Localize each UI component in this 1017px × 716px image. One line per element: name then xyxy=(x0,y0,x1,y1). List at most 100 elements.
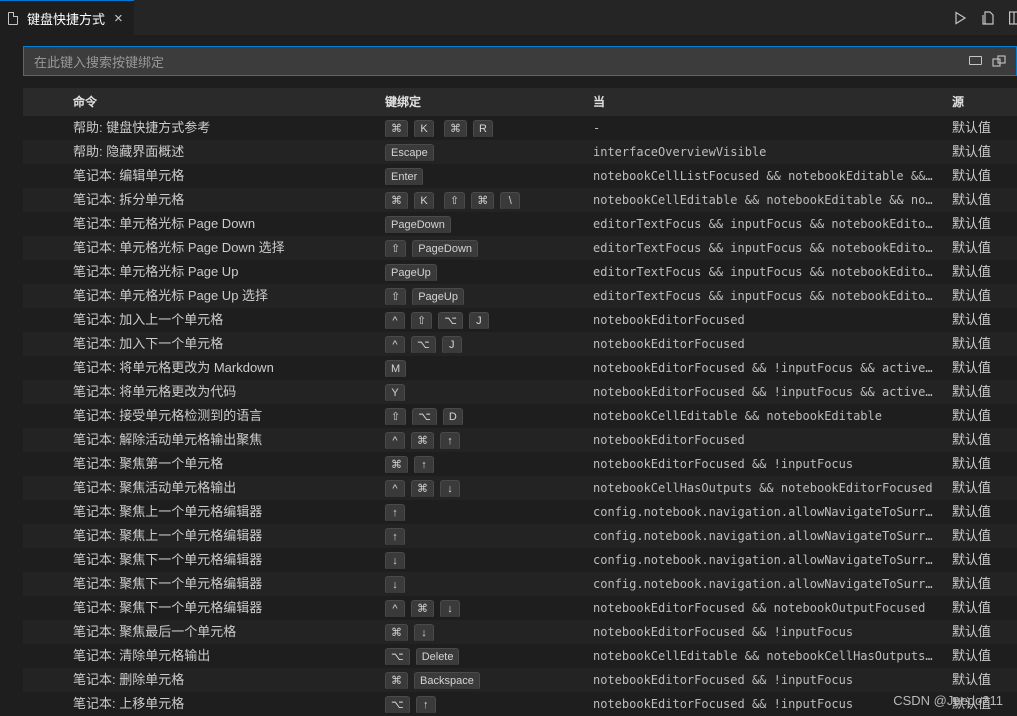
command-label: 笔记本: 单元格光标 Page Down xyxy=(73,216,256,231)
key-cap: M xyxy=(385,360,407,377)
when-clause: config.notebook.navigation.allowNavigate… xyxy=(593,505,939,519)
table-row[interactable]: 笔记本: 单元格光标 Page Down PageDown editorTextFo… xyxy=(23,212,1017,236)
record-keys-icon[interactable] xyxy=(969,56,982,65)
key-cap: ^ xyxy=(385,312,405,329)
editor-actions xyxy=(939,0,1017,35)
key-cap: ↑ xyxy=(415,696,436,713)
header-source[interactable]: 源 xyxy=(952,88,964,116)
table-row[interactable]: 笔记本: 编辑单元格 Enter notebookCellListFocused &… xyxy=(23,164,1017,188)
split-editor-icon[interactable] xyxy=(1009,10,1017,25)
key-cap: ⌥ xyxy=(385,648,410,665)
close-icon[interactable]: × xyxy=(114,11,123,26)
keybinding: Escape xyxy=(385,144,585,161)
table-header: 命令 键绑定 当 源 xyxy=(23,88,1017,116)
table-row[interactable]: 帮助: 键盘快捷方式参考 ⌘ K ⌘ R - 默认值 xyxy=(23,116,1017,140)
command-label: 笔记本: 接受单元格检测到的语言 xyxy=(73,408,263,423)
key-cap: Delete xyxy=(415,648,460,665)
when-clause: notebookEditorFocused && !inputFocus xyxy=(593,625,854,639)
command-label: 笔记本: 清除单元格输出 xyxy=(73,648,211,663)
table-row[interactable]: 笔记本: 删除单元格 ⌘ Backspace notebookEditorFocuse… xyxy=(23,668,1017,692)
tab-keyboard-shortcuts[interactable]: 键盘快捷方式 × xyxy=(0,0,134,35)
key-cap: ⌘ xyxy=(385,624,408,641)
key-cap: J xyxy=(441,336,462,353)
key-cap: ↑ xyxy=(440,432,460,449)
when-clause: notebookCellEditable && notebookCellHasO… xyxy=(593,649,939,663)
table-row[interactable]: 笔记本: 加入下一个单元格 ^ ⌥ JnotebookEditorFocused 默认值 xyxy=(23,332,1017,356)
key-cap: ⌥ xyxy=(412,408,437,425)
source-label: 默认值 xyxy=(952,576,992,591)
sort-by-precedence-icon[interactable] xyxy=(992,54,1006,68)
header-command[interactable]: 命令 xyxy=(73,88,97,116)
when-clause: editorTextFocus && inputFocus && noteboo… xyxy=(593,217,939,231)
table-row[interactable]: 笔记本: 聚焦活动单元格输出 ^ ⌘ ↓ notebookCellHasOutputs … xyxy=(23,476,1017,500)
source-label: 默认值 xyxy=(952,552,992,567)
header-keybinding[interactable]: 键绑定 xyxy=(385,88,421,116)
keybinding: PageDown xyxy=(385,216,585,233)
table-row[interactable]: 笔记本: 聚焦下一个单元格编辑器 ↓ config.notebook.navigat… xyxy=(23,548,1017,572)
command-label: 笔记本: 单元格光标 Page Up 选择 xyxy=(73,288,269,303)
table-row[interactable]: 笔记本: 加入上一个单元格 ^ ⇧ ⌥ JnotebookEditorFocused 默认… xyxy=(23,308,1017,332)
table-row[interactable]: 笔记本: 聚焦上一个单元格编辑器 ↑ config.notebook.navigat… xyxy=(23,524,1017,548)
keybinding: ⌘ Backspace xyxy=(385,672,585,689)
key-cap: ⌘ xyxy=(385,456,408,473)
command-label: 笔记本: 聚焦最后一个单元格 xyxy=(73,624,237,639)
command-label: 笔记本: 加入上一个单元格 xyxy=(73,312,224,327)
when-clause: notebookEditorFocused && !inputFocus && … xyxy=(593,361,939,375)
table-row[interactable]: 笔记本: 聚焦第一个单元格 ⌘ ↑ notebookEditorFocused && … xyxy=(23,452,1017,476)
when-clause: config.notebook.navigation.allowNavigate… xyxy=(593,529,939,543)
key-cap: ⌘ xyxy=(411,480,434,497)
source-label: 默认值 xyxy=(952,504,992,519)
table-row[interactable]: 笔记本: 聚焦最后一个单元格 ⌘ ↓ notebookEditorFocused &&… xyxy=(23,620,1017,644)
key-cap: K xyxy=(414,120,434,137)
table-row[interactable]: 笔记本: 清除单元格输出 ⌥ Delete notebookCellEditable … xyxy=(23,644,1017,668)
source-label: 默认值 xyxy=(952,192,992,207)
source-label: 默认值 xyxy=(952,120,992,135)
table-row[interactable]: 笔记本: 接受单元格检测到的语言 ⇧ ⌥ DnotebookCellEditable … xyxy=(23,404,1017,428)
keybinding: ⌘ K ⇧ ⌘ \ xyxy=(385,192,585,209)
table-row[interactable]: 笔记本: 解除活动单元格输出聚焦 ^ ⌘ ↑ notebookEditorFocused… xyxy=(23,428,1017,452)
table-row[interactable]: 笔记本: 聚焦下一个单元格编辑器 ^ ⌘ ↓ notebookEditorFocused… xyxy=(23,596,1017,620)
keybinding: ^ ⌥ J xyxy=(385,336,585,353)
key-cap: ⌘ xyxy=(411,432,434,449)
source-label: 默认值 xyxy=(952,360,992,375)
command-label: 帮助: 键盘快捷方式参考 xyxy=(73,120,211,135)
table-row[interactable]: 帮助: 隐藏界面概述 Escape interfaceOverviewVisible… xyxy=(23,140,1017,164)
source-label: 默认值 xyxy=(952,216,992,231)
command-label: 笔记本: 聚焦上一个单元格编辑器 xyxy=(73,504,263,519)
table-row[interactable]: 笔记本: 单元格光标 Page Up 选择 ⇧ PageUp editorTextFo… xyxy=(23,284,1017,308)
keybinding: ^ ⌘ ↓ xyxy=(385,600,585,617)
table-row[interactable]: 笔记本: 将单元格更改为 Markdown MnotebookEditorFocu… xyxy=(23,356,1017,380)
search-input[interactable] xyxy=(24,47,966,77)
keybinding: Y xyxy=(385,384,585,401)
command-label: 笔记本: 上移单元格 xyxy=(73,696,185,711)
open-json-icon[interactable] xyxy=(981,10,995,25)
header-when[interactable]: 当 xyxy=(593,88,605,116)
table-row[interactable]: 笔记本: 将单元格更改为代码 YnotebookEditorFocused && … xyxy=(23,380,1017,404)
command-label: 笔记本: 聚焦下一个单元格编辑器 xyxy=(73,600,263,615)
key-cap: ↑ xyxy=(385,528,405,545)
key-cap: ⌘ xyxy=(385,120,408,137)
source-label: 默认值 xyxy=(952,480,992,495)
keybinding: PageUp xyxy=(385,264,585,281)
when-clause: notebookEditorFocused && !inputFocus xyxy=(593,457,854,471)
when-clause: notebookEditorFocused xyxy=(593,337,745,351)
source-label: 默认值 xyxy=(952,648,992,663)
when-clause: notebookCellEditable && notebookEditable… xyxy=(593,193,939,207)
key-cap: ⇧ xyxy=(444,192,466,209)
key-cap: ⌘ xyxy=(385,672,408,689)
command-label: 笔记本: 单元格光标 Page Down 选择 xyxy=(73,240,285,255)
source-label: 默认值 xyxy=(952,624,992,639)
run-icon[interactable] xyxy=(953,10,967,25)
command-label: 笔记本: 将单元格更改为代码 xyxy=(73,384,237,399)
table-row[interactable]: 笔记本: 聚焦下一个单元格编辑器 ↓ config.notebook.navigat… xyxy=(23,572,1017,596)
table-row[interactable]: 笔记本: 单元格光标 Page Down 选择 ⇧ PageDown editorTe… xyxy=(23,236,1017,260)
table-row[interactable]: 笔记本: 上移单元格 ⌥ ↑ notebookEditorFocused && !in… xyxy=(23,692,1017,716)
table-row[interactable]: 笔记本: 拆分单元格 ⌘ K ⇧ ⌘ \ notebookCellEditable && n… xyxy=(23,188,1017,212)
keybinding: ^ ⌘ ↑ xyxy=(385,432,585,449)
table-row[interactable]: 笔记本: 聚焦上一个单元格编辑器 ↑ config.notebook.navigat… xyxy=(23,500,1017,524)
key-cap: ⌘ xyxy=(385,192,408,209)
table-row[interactable]: 笔记本: 单元格光标 Page Up PageUp editorTextFocus … xyxy=(23,260,1017,284)
source-label: 默认值 xyxy=(952,264,992,279)
source-label: 默认值 xyxy=(952,336,992,351)
command-label: 帮助: 隐藏界面概述 xyxy=(73,144,185,159)
